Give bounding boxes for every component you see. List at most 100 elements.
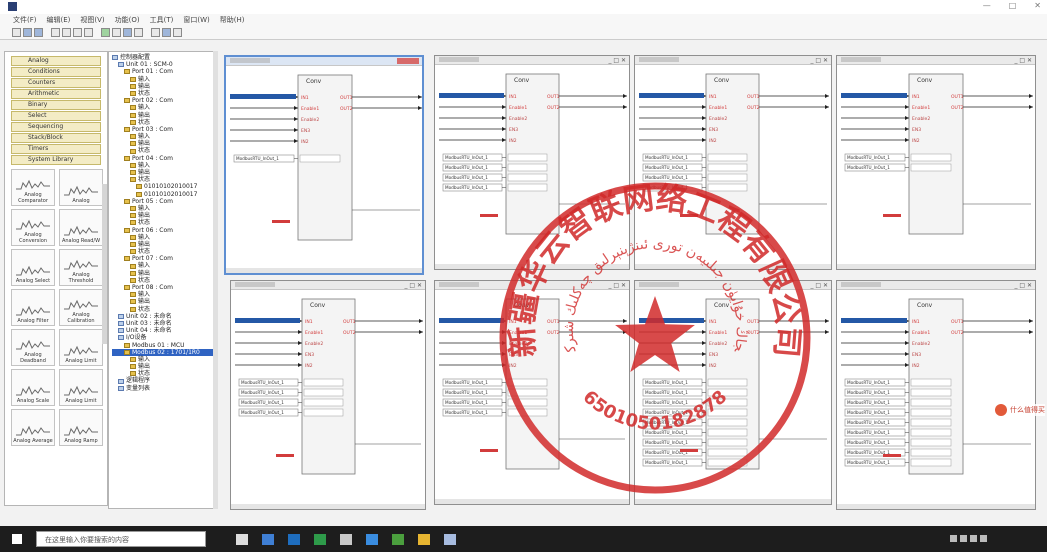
library-category[interactable]: Timers (11, 143, 101, 154)
function-diagram-window[interactable]: _ □ ✕ Conv IN1 Enable1 Enable2 EN3 IN2 OUT1 OUT2… (836, 280, 1036, 510)
tree-node[interactable]: 输出 (112, 83, 217, 90)
menu-edit[interactable]: 编辑(E) (44, 15, 74, 25)
tree-node[interactable]: 变量列表 (112, 385, 217, 392)
window-scrollbar[interactable] (435, 499, 629, 504)
new-icon[interactable] (12, 28, 21, 37)
maximize-icon[interactable]: □ (1009, 1, 1017, 10)
tree-node[interactable]: 状态 (112, 277, 217, 284)
function-block-tile[interactable]: Analog Comparator (11, 168, 55, 206)
tree-node[interactable]: Modbus 02 : 1701/1R0 (112, 348, 217, 356)
tree-node[interactable]: 输入 (112, 291, 217, 298)
tree-node[interactable]: 状态 (112, 306, 217, 313)
minimize-icon[interactable]: — (983, 1, 991, 10)
tree-node[interactable]: 输出 (112, 363, 217, 370)
tree-node[interactable]: I/O设备 (112, 334, 217, 341)
function-block-tile[interactable]: Analog (59, 168, 103, 206)
monitor-icon[interactable] (123, 28, 132, 37)
tree-node[interactable]: 输出 (112, 270, 217, 277)
library-category[interactable]: Arithmetic (11, 88, 101, 99)
function-block-tile[interactable]: Analog Deadband (11, 328, 55, 366)
tray-icon[interactable] (960, 535, 967, 542)
function-block-tile[interactable]: Analog Scale (11, 368, 55, 406)
window-scrollbar[interactable] (635, 499, 831, 504)
function-diagram-window[interactable]: _ □ ✕ Conv IN1 Enable1 Enable2 EN3 IN2 OUT1 OUT2… (434, 55, 630, 270)
tree-node[interactable]: 状态 (112, 119, 217, 126)
tree-node[interactable]: Unit 02 : 未命名 (112, 313, 217, 320)
tree-node[interactable]: 状态 (112, 176, 217, 183)
tree-node[interactable]: 状态 (112, 90, 217, 97)
menu-view[interactable]: 视图(V) (77, 15, 107, 25)
undo-icon[interactable] (84, 28, 93, 37)
window-scrollbar[interactable] (226, 268, 422, 273)
library-category[interactable]: Counters (11, 77, 101, 88)
function-block-tile[interactable]: Analog Select (11, 248, 55, 286)
tree-node[interactable]: 输入 (112, 262, 217, 269)
library-category[interactable]: System Library (11, 154, 101, 165)
tree-node[interactable]: 逻辑程序 (112, 377, 217, 384)
function-diagram-window[interactable]: _ □ ✕ Conv IN1 Enable1 Enable2 EN3 IN2 OUT1 OUT2… (634, 55, 832, 270)
task-view-icon[interactable] (236, 534, 248, 545)
taskbar-search-input[interactable]: 在这里输入你要搜索的内容 (36, 531, 206, 547)
taskbar-app-icon[interactable] (418, 534, 430, 545)
window-scrollbar[interactable] (435, 264, 629, 269)
window-scrollbar[interactable] (635, 264, 831, 269)
tree-node[interactable]: 输入 (112, 104, 217, 111)
tree-node[interactable]: 输出 (112, 212, 217, 219)
function-block-tile[interactable]: Analog Calibration (59, 288, 103, 326)
tree-node[interactable]: 输入 (112, 76, 217, 83)
window-scrollbar[interactable] (837, 264, 1035, 269)
library-category[interactable]: Sequencing (11, 121, 101, 132)
tree-node[interactable]: 输入 (112, 133, 217, 140)
menu-help[interactable]: 帮助(H) (217, 15, 248, 25)
tree-node[interactable]: 输出 (112, 112, 217, 119)
paste-icon[interactable] (73, 28, 82, 37)
taskbar-app-icon[interactable] (262, 534, 274, 545)
window-scrollbar[interactable] (837, 504, 1035, 509)
tree-node[interactable]: 输入 (112, 205, 217, 212)
function-diagram-window[interactable]: _ □ ✕ Conv IN1 Enable1 Enable2 EN3 IN2 OUT1 OUT2… (836, 55, 1036, 270)
help-icon[interactable] (173, 28, 182, 37)
compile-icon[interactable] (101, 28, 110, 37)
tree-node[interactable]: Port 08 : Com (112, 284, 217, 291)
tree-node[interactable]: Port 06 : Com (112, 227, 217, 234)
zoom-icon[interactable] (134, 28, 143, 37)
window-icon[interactable] (162, 28, 171, 37)
tree-node[interactable]: 输出 (112, 169, 217, 176)
menu-function[interactable]: 功能(O) (112, 15, 143, 25)
library-category[interactable]: Analog (11, 55, 101, 66)
taskbar-app-icon[interactable] (392, 534, 404, 545)
windows-start-icon[interactable] (12, 534, 22, 544)
menu-file[interactable]: 文件(F) (10, 15, 40, 25)
tree-node[interactable]: 状态 (112, 219, 217, 226)
taskbar-app-icon[interactable] (288, 534, 300, 545)
cut-icon[interactable] (51, 28, 60, 37)
close-icon[interactable]: ✕ (1034, 1, 1041, 10)
function-block-tile[interactable]: Analog Threshold (59, 248, 103, 286)
tree-node[interactable]: Modbus 01 : MCU (112, 342, 217, 349)
save-icon[interactable] (34, 28, 43, 37)
function-diagram-window[interactable]: _ □ ✕ Conv IN1 Enable1 Enable2 EN3 IN2 OUT1 OUT2… (230, 280, 426, 510)
tree-node[interactable]: 状态 (112, 147, 217, 154)
tree-node[interactable]: 状态 (112, 248, 217, 255)
library-category[interactable]: Conditions (11, 66, 101, 77)
function-block-tile[interactable]: Analog Limit (59, 368, 103, 406)
tree-scrollbar[interactable] (213, 51, 218, 509)
tree-node[interactable]: Port 05 : Com (112, 198, 217, 205)
open-icon[interactable] (23, 28, 32, 37)
tree-node[interactable]: 01010102010017 (112, 191, 217, 198)
tree-node[interactable]: 输出 (112, 298, 217, 305)
window-scrollbar[interactable] (231, 504, 425, 509)
function-block-tile[interactable]: Analog Conversion (11, 208, 55, 246)
copy-icon[interactable] (62, 28, 71, 37)
library-category[interactable]: Stack/Block (11, 132, 101, 143)
tree-node[interactable]: Port 01 : Com (112, 68, 217, 75)
tree-node[interactable]: Unit 01 : SCM-0 (112, 61, 217, 68)
function-diagram-window[interactable]: Conv IN1 Enable1 Enable2 EN3 IN2 OUT1 OUT2 Modbu… (224, 55, 424, 275)
menu-tools[interactable]: 工具(T) (147, 15, 177, 25)
tree-node[interactable]: 输入 (112, 162, 217, 169)
tray-icon[interactable] (970, 535, 977, 542)
tree-node[interactable]: Port 03 : Com (112, 126, 217, 133)
function-block-tile[interactable]: Analog Filter (11, 288, 55, 326)
taskbar-app-icon[interactable] (366, 534, 378, 545)
tree-node[interactable]: 输入 (112, 356, 217, 363)
